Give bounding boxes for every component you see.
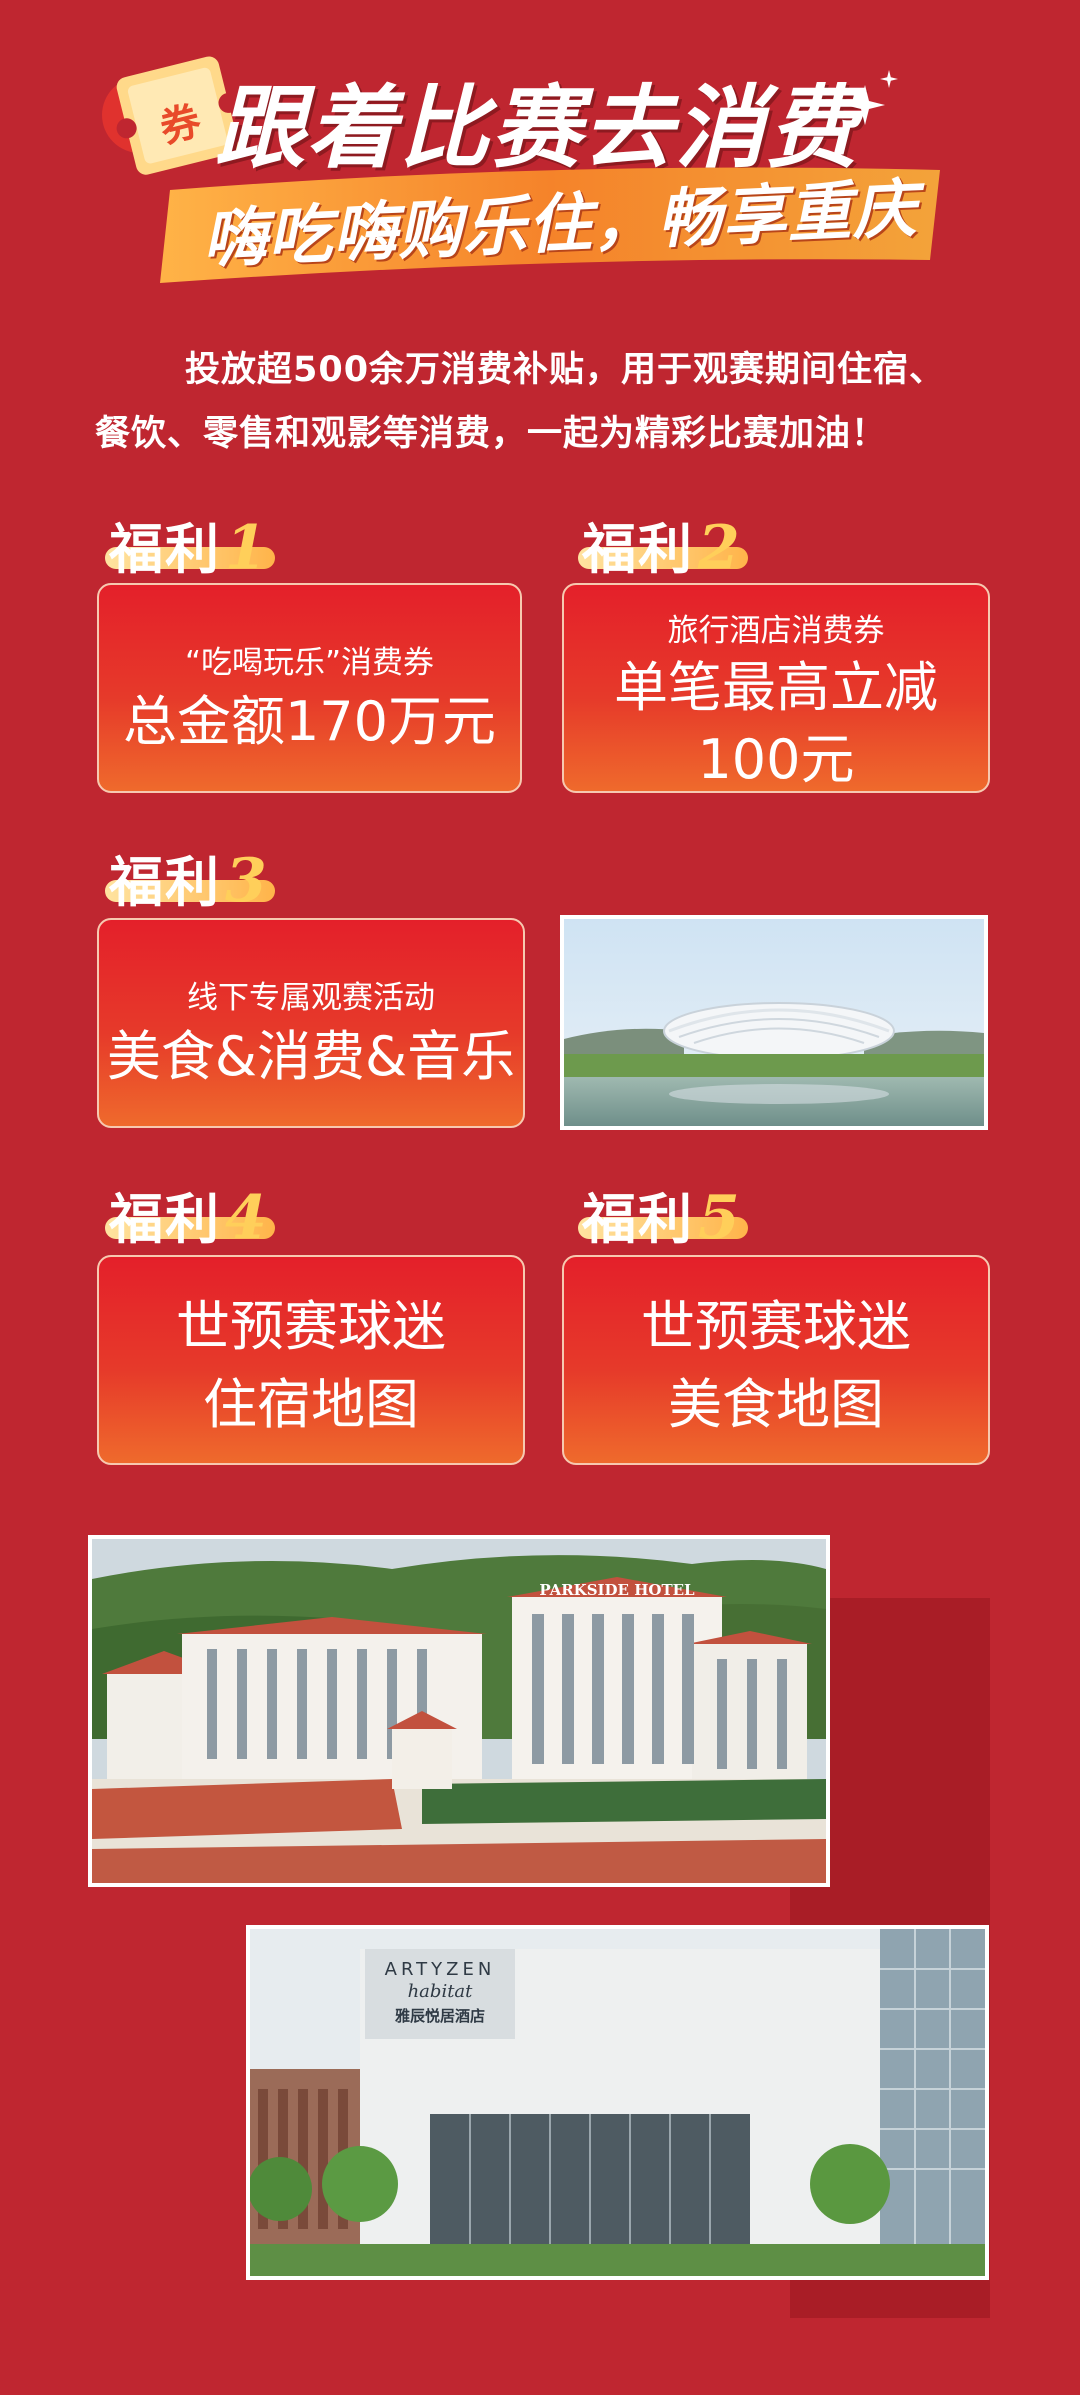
benefit-5-card[interactable]: 世预赛球迷 美食地图 (562, 1255, 990, 1465)
benefit-3-headline: 美食&消费&音乐 (106, 1025, 516, 1088)
benefit-1-subtitle: “吃喝玩乐”消费券 (184, 645, 435, 681)
artyzen-hotel-photo: ARTYZEN habitat 雅辰悦居酒店 (246, 1925, 989, 2280)
benefit-3-subtitle: 线下专属观赛活动 (187, 980, 435, 1016)
benefit-4-line-2: 住宿地图 (203, 1373, 419, 1436)
benefit-2-headline: 单笔最高立减 (614, 656, 938, 719)
stadium-photo (560, 915, 988, 1130)
benefit-2-label: 福利2 (578, 505, 748, 583)
benefit-5-label: 福利5 (578, 1175, 748, 1253)
artyzen-sign-line-2: habitat (408, 1981, 474, 2002)
benefit-1-card[interactable]: “吃喝玩乐”消费券 总金额170万元 (97, 583, 522, 793)
benefit-5-line-2: 美食地图 (668, 1373, 884, 1436)
artyzen-sign-line-1: ARTYZEN (385, 1959, 496, 1980)
benefit-2-subtitle: 旅行酒店消费券 (667, 613, 885, 649)
benefit-5-line-1: 世预赛球迷 (641, 1295, 911, 1358)
intro-paragraph: 投放超500余万消费补贴，用于观赛期间住宿、 餐饮、零售和观影等消费，一起为精彩… (95, 338, 995, 466)
parkside-hotel-photo: PARKSIDE HOTEL (88, 1535, 830, 1887)
benefit-3-card[interactable]: 线下专属观赛活动 美食&消费&音乐 (97, 918, 525, 1128)
benefit-4-label: 福利4 (105, 1175, 275, 1253)
benefit-4-line-1: 世预赛球迷 (176, 1295, 446, 1358)
parkside-hotel-sign: PARKSIDE HOTEL (539, 1581, 695, 1599)
intro-line-1: 投放超500余万消费补贴，用于观赛期间住宿、 (185, 350, 946, 390)
sparkle-small-icon (880, 70, 898, 88)
benefit-4-card[interactable]: 世预赛球迷 住宿地图 (97, 1255, 525, 1465)
artyzen-sign-line-3: 雅辰悦居酒店 (394, 2007, 485, 2025)
benefit-3-label: 福利3 (105, 838, 275, 916)
benefit-1-headline: 总金额170万元 (122, 690, 497, 753)
intro-line-2: 餐饮、零售和观影等消费，一起为精彩比赛加油！ (95, 414, 888, 454)
benefit-2-card[interactable]: 旅行酒店消费券 单笔最高立减 100元 (562, 583, 990, 793)
sparkle-icon (845, 85, 885, 125)
benefit-2-amount: 100元 (697, 728, 855, 791)
benefit-1-label: 福利1 (105, 505, 275, 583)
